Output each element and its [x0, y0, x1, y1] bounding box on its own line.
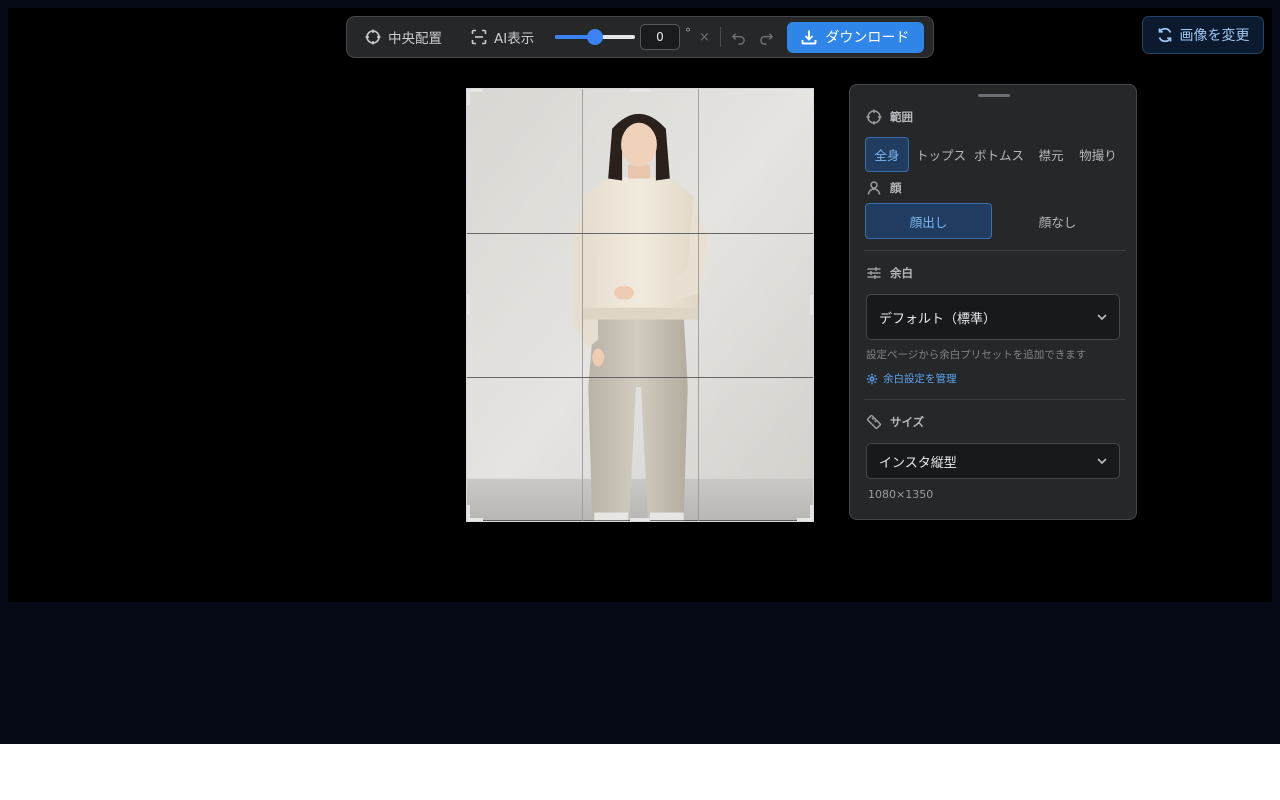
ai-display-label: AI表示	[494, 31, 535, 47]
chevron-down-icon	[1097, 314, 1107, 321]
margin-hint: 設定ページから余白プリセットを追加できます	[866, 349, 1087, 361]
app-root: 中央配置 AI表示 0 ° × ダウンロード 画像を変更 範囲 全身 トップス …	[0, 0, 1280, 744]
crop-handle-top-left[interactable]	[467, 89, 483, 105]
manage-margin-label: 余白設定を管理	[883, 373, 957, 385]
ruler-icon	[866, 414, 882, 430]
clear-rotation-icon[interactable]: ×	[699, 30, 710, 45]
crop-handle-left[interactable]	[467, 295, 470, 315]
crop-handle-top-right[interactable]	[797, 89, 813, 105]
manage-margin-link[interactable]: 余白設定を管理	[866, 371, 957, 386]
crop-handle-bottom-right[interactable]	[797, 505, 813, 521]
margin-title-label: 余白	[890, 266, 913, 280]
panel-divider	[864, 399, 1126, 400]
user-icon	[867, 181, 881, 195]
range-option-collar[interactable]: 襟元	[1030, 137, 1072, 172]
size-select-value: インスタ縦型	[879, 455, 957, 471]
margin-select-value: デフォルト（標準）	[879, 311, 997, 327]
download-icon	[801, 30, 817, 45]
grid-line-vertical-1	[582, 89, 583, 521]
range-option-full-body[interactable]: 全身	[865, 137, 909, 172]
range-option-product[interactable]: 物撮り	[1074, 137, 1122, 172]
undo-icon	[732, 32, 746, 45]
grid-line-horizontal-1	[467, 233, 813, 234]
gear-icon	[866, 373, 878, 384]
scan-icon	[471, 29, 487, 45]
crop-handle-right[interactable]	[810, 295, 813, 315]
face-option-hide[interactable]: 顔なし	[994, 203, 1121, 239]
margin-section-title: 余白	[866, 265, 913, 281]
crosshair-icon	[365, 29, 381, 45]
rotation-slider[interactable]	[555, 29, 635, 45]
panel-divider	[864, 250, 1126, 251]
chevron-down-icon	[1097, 458, 1107, 465]
refresh-icon	[1158, 27, 1171, 43]
crop-handle-bottom[interactable]	[630, 518, 650, 521]
range-option-bottoms[interactable]: ボトムス	[972, 137, 1026, 172]
ai-display-button[interactable]: AI表示	[471, 22, 543, 52]
download-label: ダウンロード	[825, 30, 910, 46]
size-dimensions: 1080×1350	[868, 488, 934, 501]
redo-icon	[760, 32, 774, 45]
center-align-button[interactable]: 中央配置	[365, 22, 449, 52]
toolbar-divider	[719, 27, 721, 47]
face-title-label: 顔	[890, 181, 902, 195]
center-align-label: 中央配置	[388, 31, 442, 47]
download-button[interactable]: ダウンロード	[786, 21, 924, 53]
change-image-label: 画像を変更	[1179, 28, 1250, 44]
range-section-title: 範囲	[866, 109, 913, 125]
editor-toolbar: 中央配置 AI表示 0 ° × ダウンロード	[346, 16, 934, 58]
range-title-label: 範囲	[890, 110, 913, 124]
face-option-show[interactable]: 顔出し	[865, 203, 992, 239]
change-image-button[interactable]: 画像を変更	[1142, 16, 1264, 54]
size-select[interactable]: インスタ縦型	[866, 443, 1120, 479]
size-title-label: サイズ	[890, 415, 925, 429]
crop-area[interactable]	[466, 88, 814, 522]
redo-button[interactable]	[753, 23, 781, 51]
grid-line-vertical-2	[698, 89, 699, 521]
panel-drag-handle[interactable]	[978, 94, 1010, 97]
sliders-icon	[867, 267, 881, 279]
crop-handle-top[interactable]	[630, 89, 650, 92]
margin-select[interactable]: デフォルト（標準）	[866, 294, 1120, 340]
rotation-degree-input[interactable]: 0	[640, 24, 680, 50]
crop-handle-bottom-left[interactable]	[467, 505, 483, 521]
face-section-title: 顔	[866, 180, 902, 196]
slider-thumb[interactable]	[587, 29, 603, 45]
crosshair-icon	[866, 109, 882, 125]
crop-settings-panel: 範囲 全身 トップス ボトムス 襟元 物撮り 顔 顔出し 顔なし 余白 デフォル…	[849, 84, 1137, 520]
range-option-tops[interactable]: トップス	[912, 137, 970, 172]
grid-line-horizontal-2	[467, 377, 813, 378]
undo-button[interactable]	[725, 23, 753, 51]
degree-unit: °	[685, 26, 691, 40]
size-section-title: サイズ	[866, 414, 924, 430]
product-photo	[467, 89, 813, 521]
